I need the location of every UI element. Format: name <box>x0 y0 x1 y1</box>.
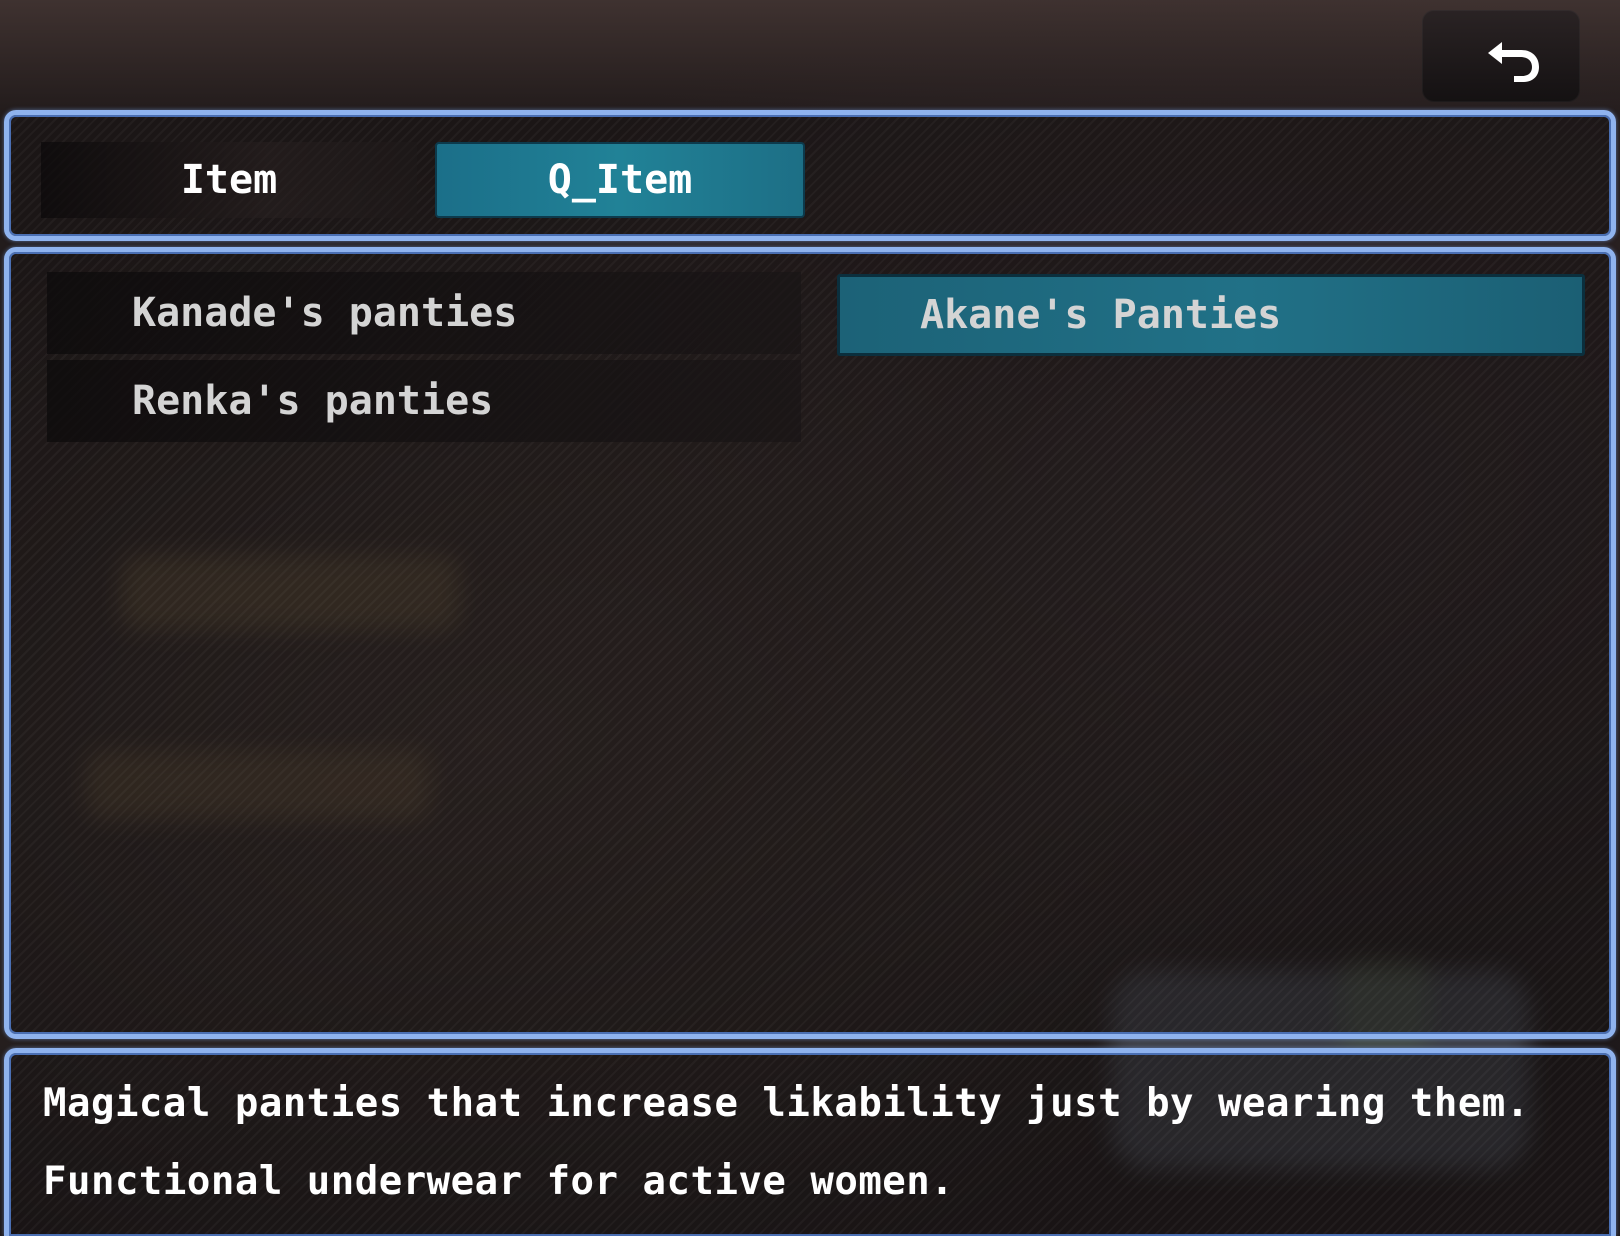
help-window: Magical panties that increase likability… <box>4 1048 1616 1236</box>
item-name: Akane's Panties <box>920 292 1282 338</box>
return-arrow-icon <box>1488 42 1539 82</box>
game-screen: Item Q_Item Kanade's panties Akane's Pan… <box>0 0 1620 1236</box>
list-item-renkas-panties[interactable]: Renka's panties <box>47 360 801 442</box>
help-text-line-2: Functional underwear for active women. <box>43 1159 955 1204</box>
back-button[interactable] <box>1422 10 1580 102</box>
tab-q-item[interactable]: Q_Item <box>435 142 805 218</box>
item-name: Renka's panties <box>132 378 494 424</box>
category-window: Item Q_Item <box>4 110 1616 241</box>
help-text-line-1: Magical panties that increase likability… <box>43 1081 1530 1126</box>
tab-item[interactable]: Item <box>41 142 417 218</box>
list-item-akanes-panties[interactable]: Akane's Panties <box>837 274 1585 356</box>
tab-label: Q_Item <box>547 157 693 203</box>
item-name: Kanade's panties <box>132 290 518 336</box>
item-list-window: Kanade's panties Akane's Panties Renka's… <box>4 247 1616 1039</box>
tab-label: Item <box>180 157 278 203</box>
list-item-kanades-panties[interactable]: Kanade's panties <box>47 272 801 354</box>
